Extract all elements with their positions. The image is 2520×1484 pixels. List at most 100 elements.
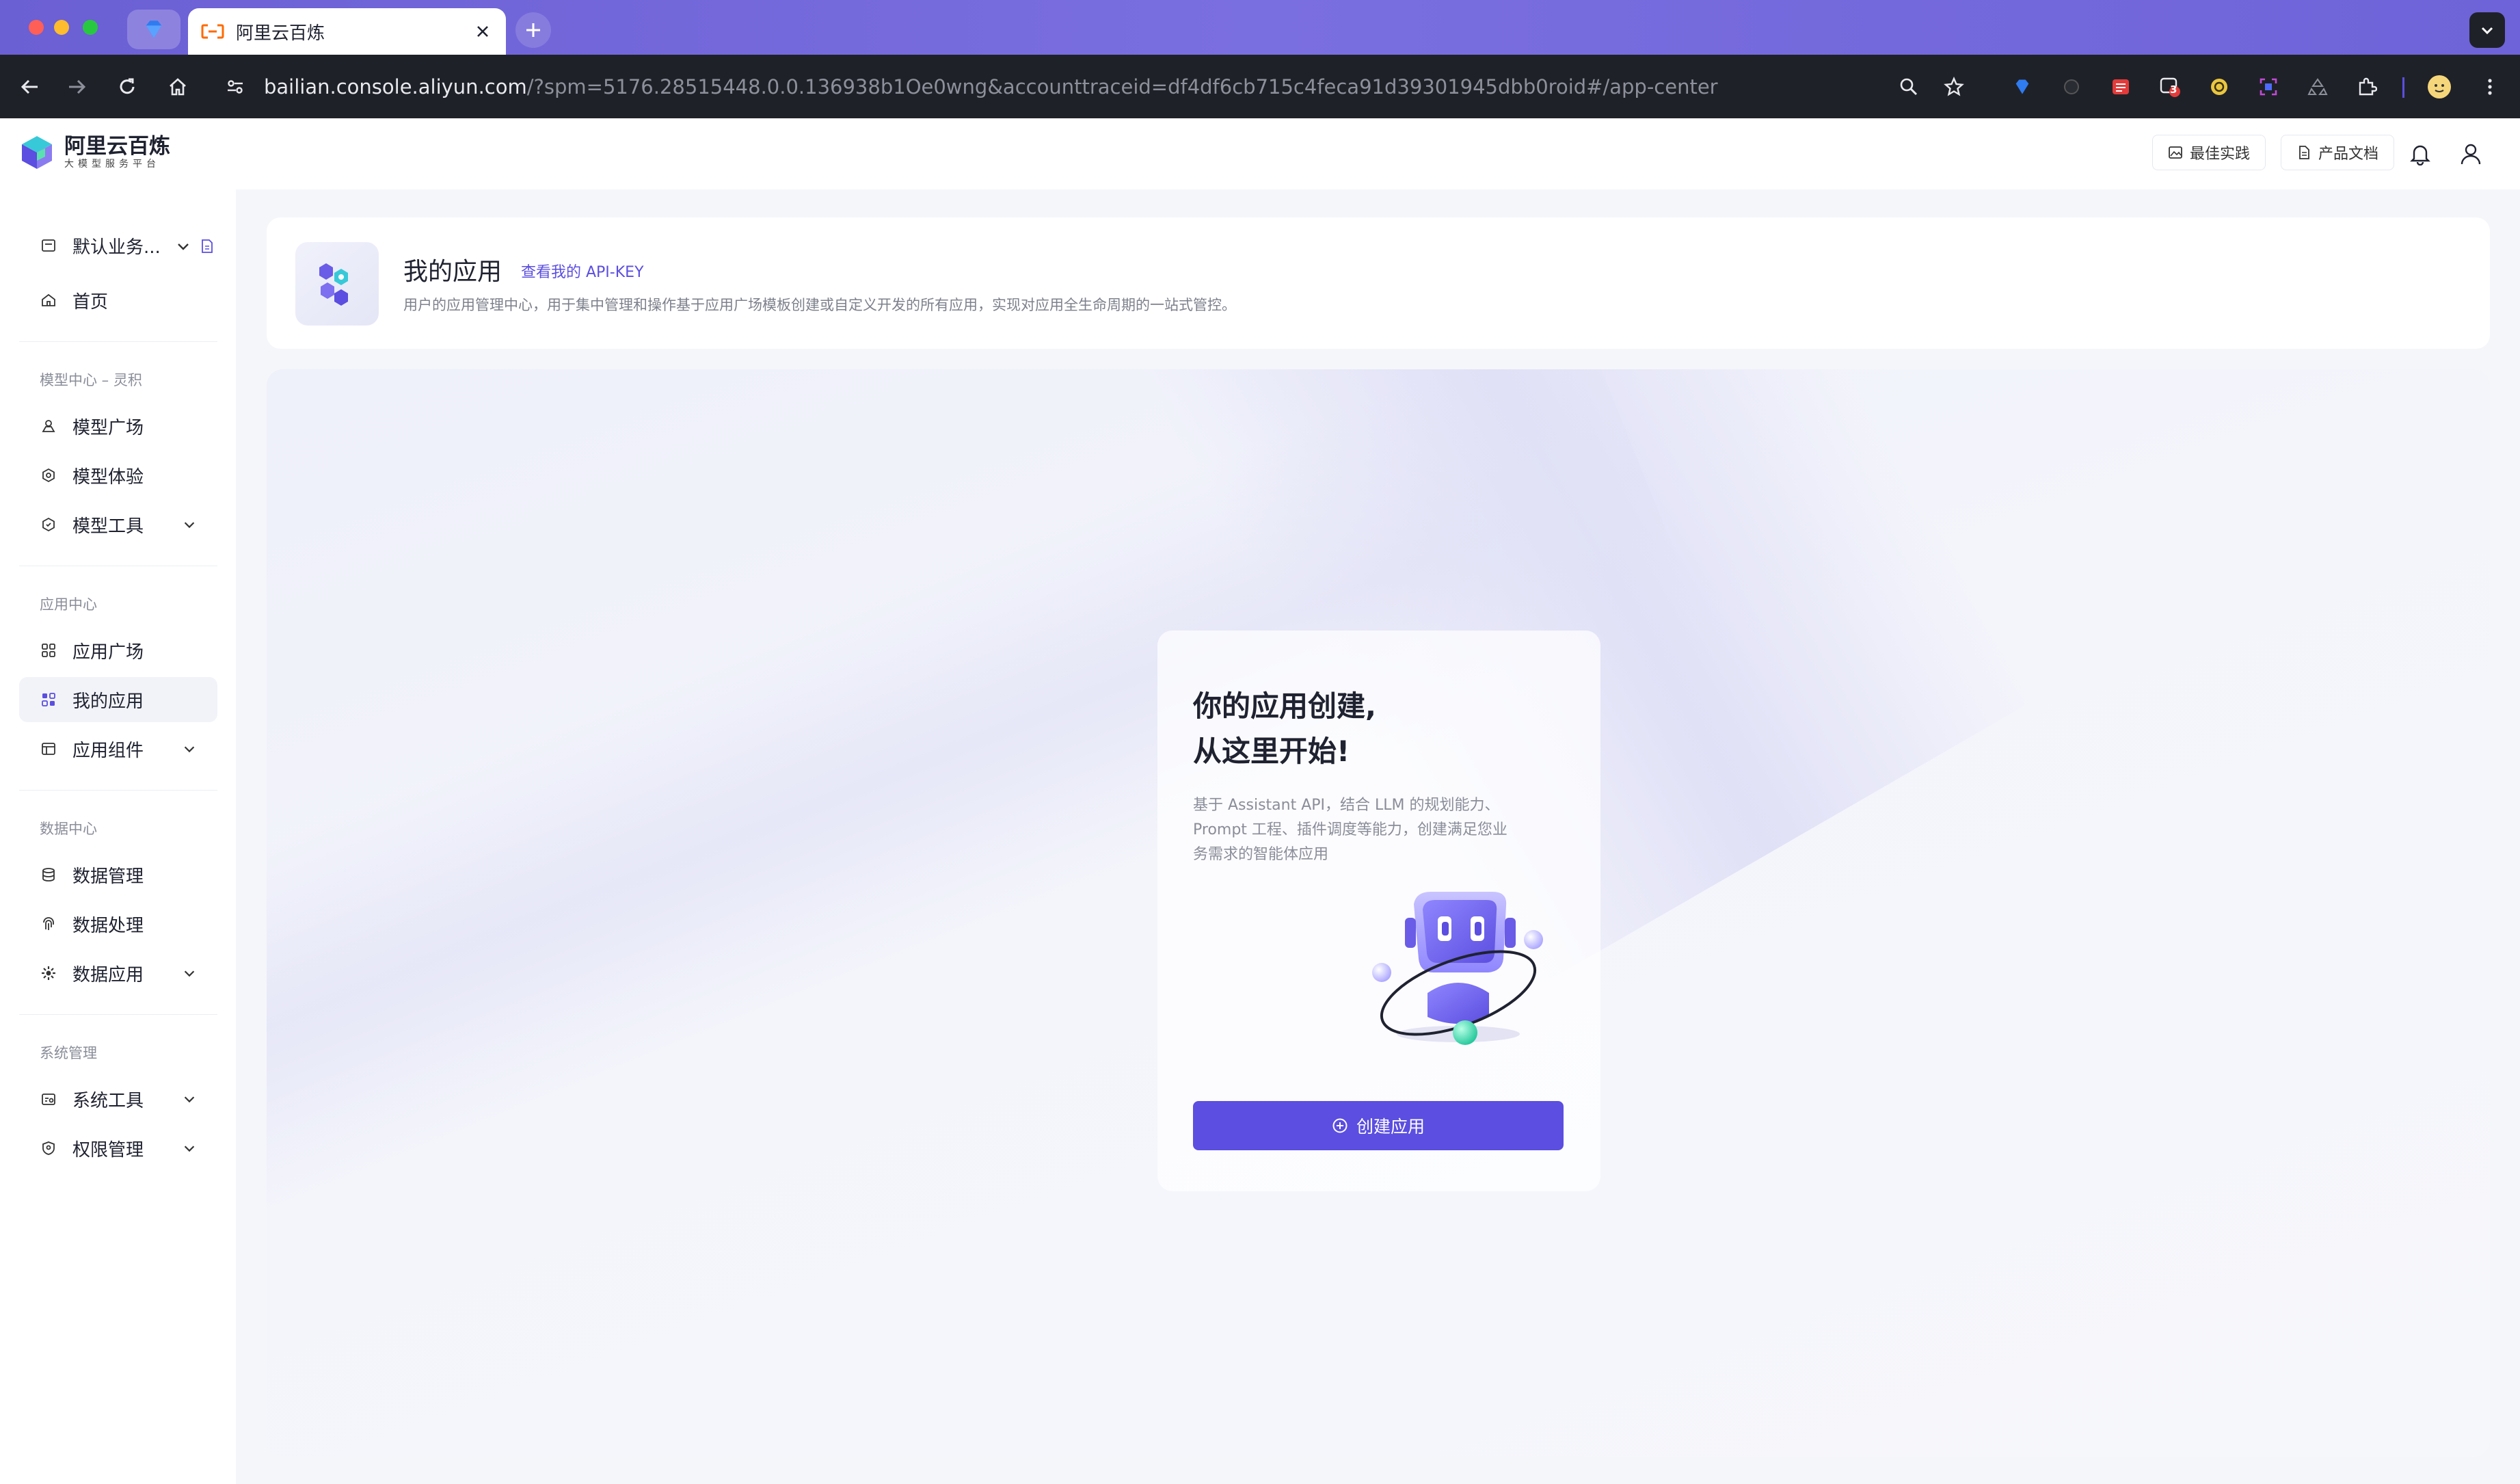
notifications-button[interactable] — [2405, 139, 2435, 169]
chevron-down-icon — [2481, 27, 2493, 35]
gear-icon — [38, 963, 59, 983]
page-header-card: 我的应用 查看我的 API-KEY 用户的应用管理中心，用于集中管理和操作基于应… — [267, 217, 2490, 349]
cube-logo-icon — [22, 136, 52, 169]
address-bar[interactable]: bailian.console.aliyun.com/?spm=5176.285… — [264, 71, 1718, 103]
brand-logo[interactable]: 阿里云百炼 大模型服务平台 — [18, 133, 170, 172]
maximize-window-button[interactable] — [83, 20, 98, 35]
sidebar-group-title: 模型中心 – 灵积 — [40, 372, 142, 388]
brand-name: 阿里云百炼 — [64, 134, 170, 159]
chevron-down-icon — [184, 522, 195, 529]
forward-button[interactable] — [62, 72, 92, 102]
tab-title: 阿里云百炼 — [236, 23, 325, 44]
empty-state-card: 你的应用创建, 从这里开始! 基于 Assistant API，结合 LLM 的… — [1157, 631, 1600, 1191]
robot-illustration-icon — [1372, 892, 1543, 1045]
browser-toolbar: bailian.console.aliyun.com/?spm=5176.285… — [0, 55, 2520, 118]
extension-screenshot[interactable] — [2255, 73, 2282, 101]
browser-menu-button[interactable] — [2476, 73, 2504, 101]
home-button[interactable] — [163, 72, 193, 102]
my-apps-hex-icon — [295, 242, 379, 326]
profile-button[interactable] — [2426, 73, 2453, 101]
url-host: bailian.console.aliyun.com — [264, 75, 527, 98]
extension-badge[interactable]: 3 — [2156, 73, 2184, 101]
sidebar-item-label: 模型广场 — [72, 417, 144, 438]
extension-diamond[interactable] — [2009, 73, 2036, 101]
user-menu-button[interactable] — [2456, 139, 2486, 169]
reload-button[interactable] — [112, 72, 142, 102]
sidebar-item-model-tools[interactable]: 模型工具 — [19, 502, 217, 547]
sidebar-item-model-experience[interactable]: 模型体验 — [19, 453, 217, 498]
user-icon — [2461, 144, 2481, 165]
view-api-key-link[interactable]: 查看我的 API-KEY — [521, 260, 644, 282]
shield-hex-icon — [38, 514, 59, 535]
workspace-selector[interactable]: 默认业务... — [19, 223, 217, 268]
best-practice-button[interactable]: 最佳实践 — [2152, 135, 2266, 170]
workspace-name: 默认业务... — [72, 237, 161, 258]
sidebar-divider — [19, 341, 217, 342]
sidebar-group-title: 系统管理 — [40, 1045, 97, 1061]
zoom-button[interactable] — [1895, 73, 1922, 101]
puzzle-icon — [2359, 77, 2377, 96]
sidebar-item-home[interactable]: 首页 — [19, 278, 217, 323]
fingerprint-icon — [38, 914, 59, 934]
sidebar-item-label: 系统工具 — [72, 1090, 144, 1111]
sidebar-item-label: 模型工具 — [72, 516, 144, 537]
chevron-down-icon — [184, 1145, 195, 1152]
recycle-extension-icon — [2307, 78, 2328, 95]
sidebar-item-model-square[interactable]: 模型广场 — [19, 403, 217, 449]
sidebar-item-data-processing[interactable]: 数据处理 — [19, 901, 217, 946]
page-description: 用户的应用管理中心，用于集中管理和操作基于应用广场模板创建或自定义开发的所有应用… — [403, 297, 1236, 313]
page-title: 我的应用 — [403, 258, 502, 286]
sidebar-item-permissions[interactable]: 权限管理 — [19, 1126, 217, 1171]
empty-state-title: 你的应用创建, 从这里开始! — [1193, 684, 1576, 774]
extensions-button[interactable] — [2353, 73, 2381, 101]
extension-red[interactable] — [2107, 73, 2134, 101]
back-button[interactable] — [15, 72, 45, 102]
minimize-window-button[interactable] — [54, 20, 69, 35]
component-icon — [38, 739, 59, 759]
shield-icon — [38, 1138, 59, 1158]
screenshot-extension-icon — [2260, 78, 2277, 96]
sidebar-item-my-apps[interactable]: 我的应用 — [19, 677, 217, 722]
sidebar-group-title: 应用中心 — [40, 596, 97, 613]
magnifier-icon — [1900, 78, 1918, 96]
new-tab-button[interactable] — [515, 12, 551, 48]
sidebar-item-label: 数据处理 — [72, 915, 144, 936]
reload-icon — [120, 78, 135, 94]
url-path: /?spm=5176.28515448.0.0.136938b1Oe0wng&a… — [526, 75, 1718, 98]
product-docs-button[interactable]: 产品文档 — [2281, 135, 2395, 170]
sidebar-item-data-management[interactable]: 数据管理 — [19, 852, 217, 897]
empty-state-title-line1: 你的应用创建, — [1193, 689, 1376, 723]
browser-tab-bar: 阿里云百炼 — [0, 0, 2520, 55]
sidebar-item-data-apps[interactable]: 数据应用 — [19, 951, 217, 996]
sidebar-item-system-tools[interactable]: 系统工具 — [19, 1076, 217, 1122]
chevron-down-icon — [184, 1096, 195, 1103]
sidebar-item-app-components[interactable]: 应用组件 — [19, 726, 217, 771]
close-window-button[interactable] — [29, 20, 44, 35]
extension-yellow[interactable] — [2206, 73, 2233, 101]
arrow-right-icon — [69, 79, 86, 94]
active-tab[interactable]: 阿里云百炼 — [188, 8, 506, 55]
database-icon — [38, 864, 59, 885]
create-app-button[interactable]: 创建应用 — [1193, 1101, 1564, 1150]
extension-dark[interactable] — [2058, 73, 2085, 101]
sidebar-item-label: 应用广场 — [72, 641, 144, 663]
moon-extension-icon — [2064, 79, 2079, 94]
sidebar-item-app-square[interactable]: 应用广场 — [19, 628, 217, 673]
brand-subtitle: 大模型服务平台 — [64, 159, 160, 170]
extension-recycle[interactable] — [2304, 73, 2331, 101]
sidebar-item-label: 模型体验 — [72, 466, 144, 488]
workspace-icon — [38, 235, 59, 256]
close-tab-icon[interactable] — [473, 22, 492, 41]
tab-search-button[interactable] — [2469, 12, 2505, 48]
workspace-edit-icon[interactable] — [200, 238, 215, 254]
home-icon — [170, 78, 186, 96]
bookmark-button[interactable] — [1940, 73, 1968, 101]
sidebar: 默认业务... 首页 模型中心 – 灵积 模型广场 模型体验 模型工具 应用中心 — [0, 189, 236, 1484]
site-info-button[interactable] — [220, 72, 250, 102]
pinned-tab[interactable] — [127, 10, 180, 49]
chevron-down-icon — [184, 970, 195, 977]
create-app-label: 创建应用 — [1356, 1117, 1425, 1137]
home-icon — [38, 290, 59, 310]
my-apps-icon — [38, 689, 59, 710]
chevron-down-icon — [184, 746, 195, 753]
